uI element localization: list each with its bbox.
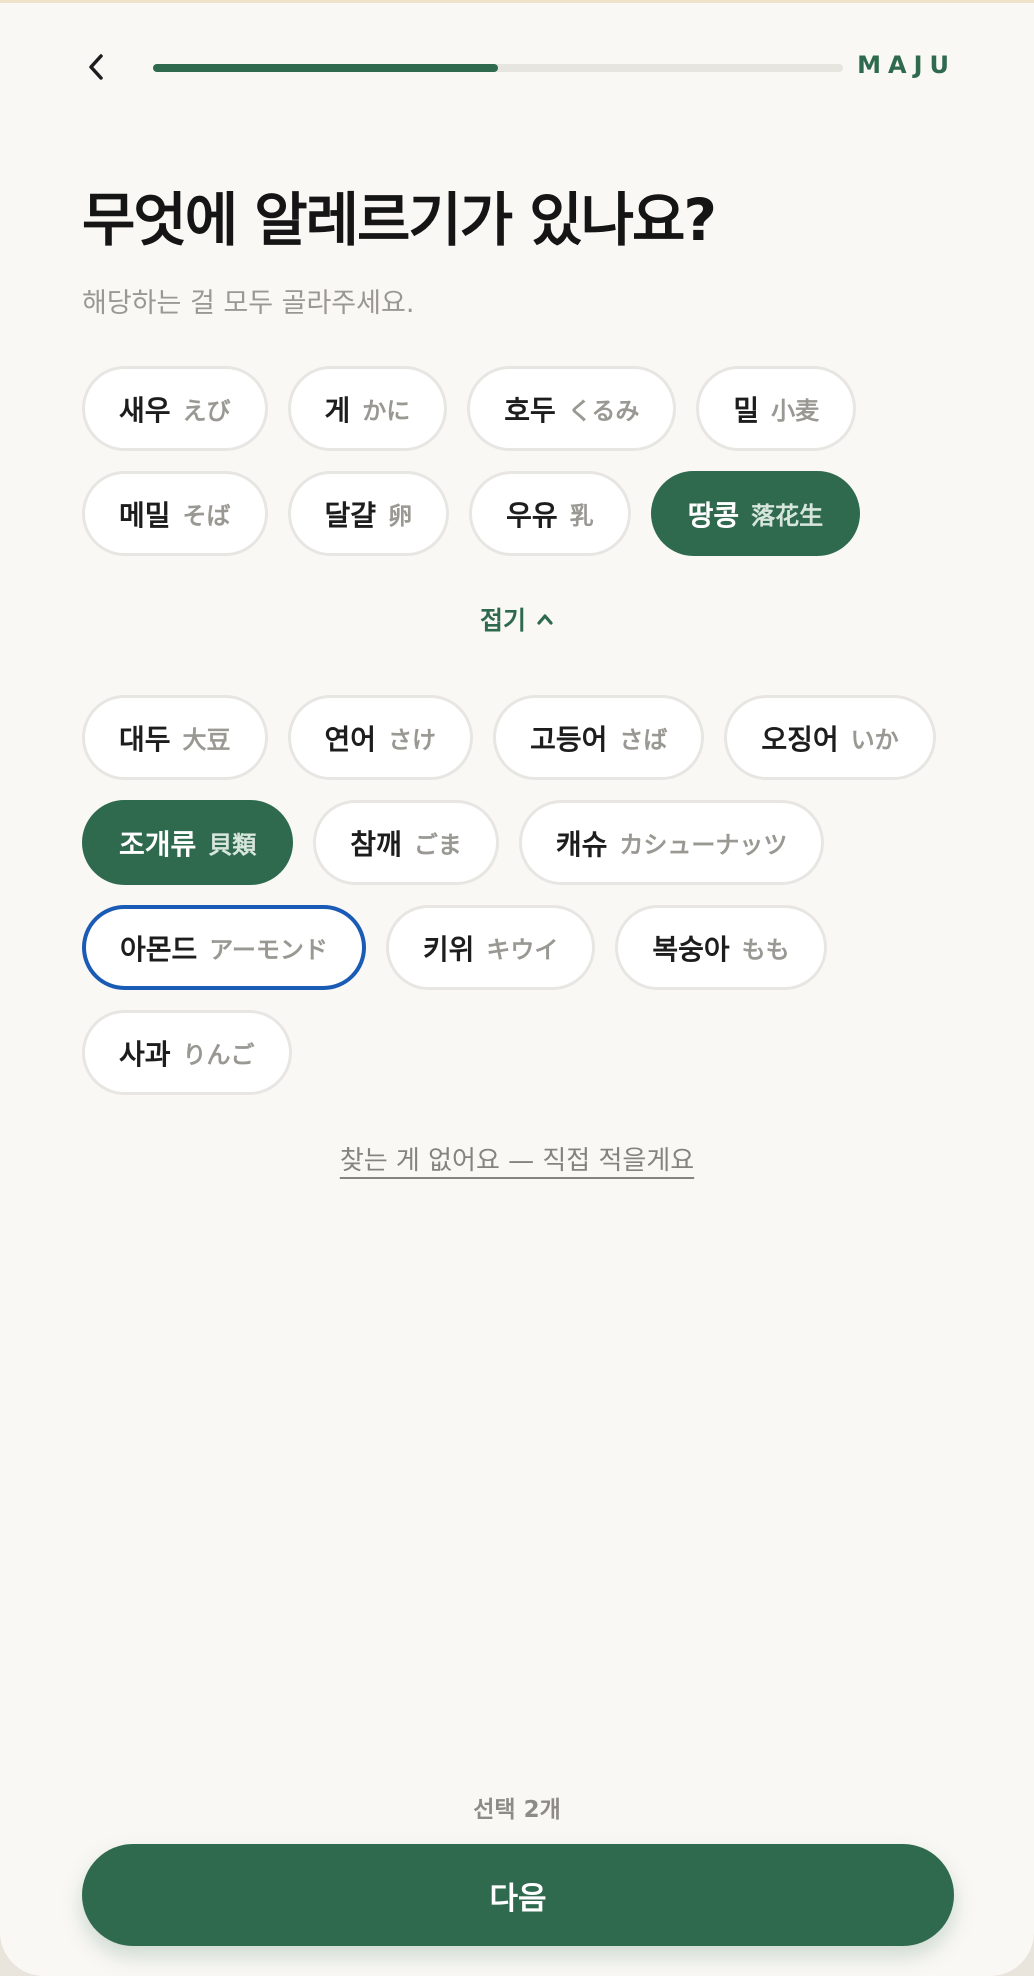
allergen-chip[interactable]: 게 かに: [287, 366, 448, 451]
allergen-label-jp: そば: [182, 502, 231, 530]
allergen-label-ko: 키위: [422, 932, 475, 966]
allergen-label-jp: かに: [362, 397, 411, 425]
allergen-chip[interactable]: 오징어 いか: [724, 695, 936, 780]
allergen-label-ko: 우유: [506, 498, 558, 532]
back-button[interactable]: [76, 47, 116, 87]
allergen-chip-group-primary: 새우 えび 게 かに 호두 くるみ 밀 小麦 메밀 そば 달걀 卵 우유 乳 땅콩 落花生: [82, 366, 962, 556]
progress-bar: [153, 64, 843, 72]
allergen-label-jp: 小麦: [771, 397, 820, 425]
manual-entry-row: 찾는 게 없어요 — 직접 적을게요: [0, 1140, 1034, 1177]
allergen-chip[interactable]: 우유 乳: [469, 471, 631, 556]
collapse-toggle[interactable]: 접기: [0, 601, 1034, 637]
allergen-label-ko: 대두: [119, 722, 171, 756]
page-subtitle: 해당하는 걸 모두 골라주세요.: [82, 288, 415, 319]
allergen-label-ko: 메밀: [119, 498, 171, 532]
allergen-label-jp: 大豆: [182, 726, 231, 754]
next-button-label: 다음: [489, 1880, 547, 1917]
top-bar: MAJU: [0, 3, 1034, 133]
allergen-chip[interactable]: 메밀 そば: [82, 471, 268, 556]
allergen-label-ko: 참깨: [350, 827, 402, 861]
next-button[interactable]: 다음: [82, 1844, 954, 1946]
allergen-label-ko: 밀: [733, 393, 760, 427]
allergen-label-ko: 땅콩: [687, 498, 740, 532]
allergen-chip-group-more: 대두 大豆 연어 さけ 고등어 さば 오징어 いか 조개류 貝類 참깨 ごま 캐슈 カシューナッツ 아몬드 ア…: [82, 695, 962, 1095]
allergen-chip[interactable]: 고등어 さば: [493, 695, 705, 780]
allergen-label-ko: 사과: [119, 1037, 171, 1071]
allergen-label-ko: 아몬드: [120, 932, 198, 966]
manual-entry-link[interactable]: 찾는 게 없어요 — 직접 적을게요: [340, 1146, 694, 1176]
progress-fill: [153, 64, 498, 72]
allergen-chip[interactable]: 키위 キウイ: [385, 905, 596, 990]
allergen-label-jp: アーモンド: [209, 936, 328, 964]
allergen-label-jp: カシューナッツ: [619, 831, 788, 859]
allergen-chip[interactable]: 연어 さけ: [287, 695, 474, 780]
allergen-label-ko: 오징어: [761, 722, 839, 756]
allergen-label-jp: さけ: [388, 726, 437, 754]
chevron-up-icon: [537, 614, 553, 625]
allergen-label-jp: 卵: [388, 502, 413, 530]
allergen-label-jp: くるみ: [567, 397, 640, 425]
allergen-chip[interactable]: 새우 えび: [82, 366, 268, 451]
allergen-label-ko: 새우: [119, 393, 171, 427]
allergen-label-jp: いか: [850, 726, 899, 754]
chevron-left-icon: [89, 54, 103, 80]
page-title: 무엇에 알레르기가 있나요?: [82, 186, 717, 254]
allergy-selection-screen: MAJU 무엇에 알레르기가 있나요? 해당하는 걸 모두 골라주세요. 새우 え…: [0, 0, 1034, 1976]
collapse-label: 접기: [479, 606, 526, 635]
allergen-chip[interactable]: 대두 大豆: [82, 695, 268, 780]
allergen-chip[interactable]: 참깨 ごま: [313, 800, 499, 885]
allergen-label-ko: 고등어: [530, 722, 608, 756]
selected-count: 선택 2개: [473, 1797, 561, 1823]
allergen-chip[interactable]: 복숭아 もも: [615, 905, 827, 990]
allergen-label-jp: さば: [619, 726, 668, 754]
allergen-chip[interactable]: 캐슈 カシューナッツ: [518, 800, 825, 885]
allergen-label-jp: 落花生: [751, 502, 824, 530]
allergen-chip[interactable]: 사과 りんご: [82, 1010, 292, 1095]
brand-logo: MAJU: [857, 51, 956, 79]
allergen-label-ko: 조개류: [119, 827, 197, 861]
allergen-label-ko: 연어: [324, 722, 377, 756]
allergen-chip[interactable]: 호두 くるみ: [467, 366, 677, 451]
allergen-label-jp: 貝類: [208, 831, 257, 859]
allergen-chip[interactable]: 아몬드 アーモンド: [82, 905, 366, 990]
allergen-chip[interactable]: 밀 小麦: [696, 366, 857, 451]
allergen-chip[interactable]: 땅콩 落花生: [650, 471, 861, 556]
allergen-label-ko: 호두: [504, 393, 556, 427]
allergen-label-jp: もも: [741, 936, 790, 964]
allergen-label-ko: 달걀: [324, 498, 377, 532]
allergen-label-jp: キウイ: [486, 936, 559, 964]
allergen-label-jp: りんご: [182, 1041, 255, 1069]
allergen-label-ko: 캐슈: [555, 827, 608, 861]
allergen-label-jp: えび: [182, 397, 231, 425]
allergen-chip[interactable]: 조개류 貝類: [82, 800, 294, 885]
allergen-label-jp: 乳: [569, 502, 594, 530]
allergen-label-jp: ごま: [413, 831, 462, 859]
allergen-label-ko: 게: [324, 393, 351, 427]
allergen-label-ko: 복숭아: [652, 932, 730, 966]
allergen-chip[interactable]: 달걀 卵: [287, 471, 450, 556]
